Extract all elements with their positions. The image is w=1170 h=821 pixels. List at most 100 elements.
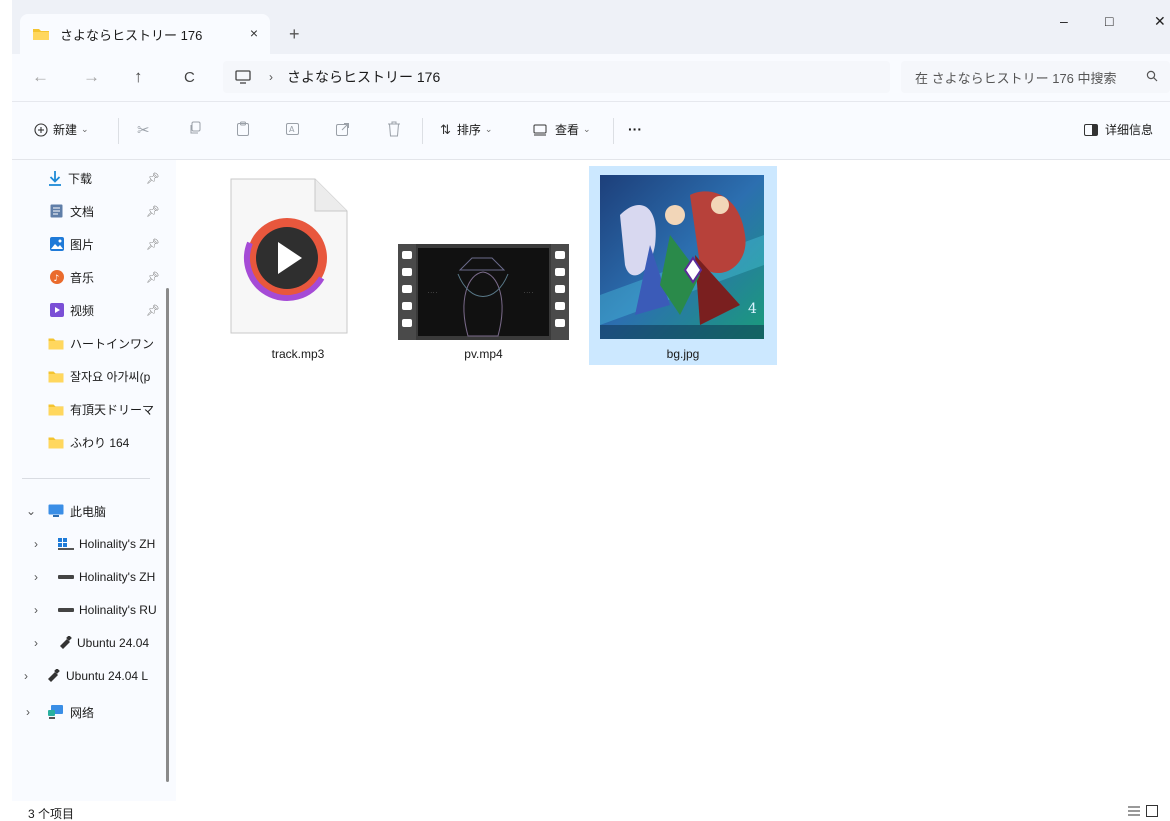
sidebar-item-label: 网络 [70, 705, 95, 720]
usb-icon [48, 669, 60, 682]
svg-text:· · · ·: · · · · [524, 290, 533, 295]
paste-icon[interactable] [236, 121, 250, 137]
sidebar-item-label: 有頂天ドリーマ [70, 402, 155, 417]
view-icon [533, 124, 547, 135]
details-view-icon[interactable] [1128, 806, 1140, 817]
search-box[interactable]: 在 さよならヒストリー 176 中搜索 [901, 61, 1170, 93]
sidebar-item-label: 图片 [70, 237, 95, 252]
network-icon [48, 705, 63, 719]
chevron-down-icon: ⌄ [484, 124, 493, 134]
chevron-right-icon[interactable]: › [34, 603, 38, 617]
drive-icon [58, 608, 74, 612]
details-icon [1084, 123, 1098, 136]
sidebar-item-folder[interactable]: 有頂天ドリーマ [12, 394, 176, 424]
sidebar-item-folder[interactable]: ハートインワン [12, 328, 176, 358]
refresh-button[interactable]: C [184, 69, 195, 86]
sidebar-item-videos[interactable]: 视频 📌︎ [12, 295, 176, 325]
sort-label: 排序 [456, 123, 481, 137]
sidebar-item-label: ハートインワン [70, 336, 155, 351]
file-name: pv.mp4 [464, 347, 503, 361]
chevron-down-icon: ⌄ [583, 124, 591, 134]
address-bar[interactable]: › さよならヒストリー 176 [223, 61, 890, 93]
document-icon [50, 204, 63, 218]
add-icon [34, 122, 48, 137]
tab-current-folder[interactable]: さよならヒストリー 176 × [20, 14, 270, 54]
chevron-right-icon[interactable]: › [34, 636, 38, 650]
tab-close-button[interactable]: × [250, 25, 258, 41]
sidebar-item-label: Holinality's ZH [79, 570, 156, 584]
sidebar-item-drive[interactable]: › Holinality's ZH [12, 529, 176, 559]
sidebar-item-label: 下载 [68, 171, 93, 186]
sidebar-item-documents[interactable]: 文档 📌︎ [12, 196, 176, 226]
file-item-image-selected[interactable]: 4 bg.jpg [589, 166, 777, 365]
share-icon[interactable] [335, 121, 351, 137]
video-icon [50, 303, 64, 317]
sidebar-scrollbar[interactable] [166, 288, 169, 782]
rename-icon[interactable]: A [285, 121, 301, 137]
sidebar-item-this-pc[interactable]: ⌄ 此电脑 [12, 496, 176, 526]
sidebar-item-label: ふわり 164 [70, 435, 130, 450]
sidebar-item-label: 文档 [70, 204, 95, 219]
large-icons-view-icon[interactable] [1146, 805, 1158, 817]
sidebar-item-music[interactable]: ♪ 音乐 📌︎ [12, 262, 176, 292]
sidebar-item-drive[interactable]: › Holinality's RU [12, 595, 176, 625]
more-options-button[interactable]: ··· [628, 121, 642, 137]
copy-icon[interactable] [188, 121, 202, 135]
maximize-button[interactable]: □ [1105, 13, 1113, 29]
file-name: track.mp3 [271, 347, 325, 361]
new-button[interactable]: 新建 ⌄ [34, 121, 89, 138]
minimize-button[interactable]: – [1060, 13, 1068, 29]
svg-text:A: A [289, 125, 295, 134]
sidebar-item-pictures[interactable]: 图片 📌︎ [12, 229, 176, 259]
folder-icon [48, 404, 64, 415]
status-bar: 3 个项目 [12, 801, 1170, 821]
file-item-video[interactable]: · · · · · · · · pv.mp4 [398, 244, 569, 366]
navigation-pane: 下载 📌︎ 文档 📌︎ 图片 📌︎ ♪ 音乐 📌︎ 视频 📌︎ ハートインワン … [12, 160, 176, 801]
chevron-right-icon[interactable]: › [34, 537, 38, 551]
svg-text:♪: ♪ [54, 274, 60, 284]
close-window-button[interactable]: ✕ [1154, 13, 1166, 30]
view-button[interactable]: 查看 ⌄ [533, 121, 591, 138]
toolbar-divider [118, 118, 119, 144]
breadcrumb-separator: › [269, 70, 273, 84]
chevron-right-icon[interactable]: › [34, 570, 38, 584]
forward-button[interactable]: → [83, 67, 100, 87]
back-button[interactable]: ← [32, 67, 49, 87]
folder-icon [48, 338, 64, 349]
up-button[interactable]: ↑ [134, 67, 143, 87]
sidebar-item-ubuntu[interactable]: › Ubuntu 24.04 L [12, 661, 176, 691]
pictures-icon [50, 237, 64, 251]
details-pane-button[interactable]: 详细信息 [1084, 121, 1153, 138]
breadcrumb-current[interactable]: さよならヒストリー 176 [287, 67, 440, 87]
sidebar-item-network[interactable]: › 网络 [12, 697, 176, 727]
svg-text:4: 4 [748, 301, 757, 317]
sidebar-item-downloads[interactable]: 下载 📌︎ [12, 163, 176, 193]
view-label: 查看 [555, 123, 580, 137]
pin-icon: 📌︎ [146, 172, 160, 185]
sidebar-item-folder[interactable]: 잘자요 아가씨(p [12, 361, 176, 391]
sidebar-item-drive[interactable]: › Ubuntu 24.04 [12, 628, 176, 658]
sidebar-item-label: 此电脑 [70, 504, 107, 519]
sort-button[interactable]: ⇅ 排序 ⌄ [440, 121, 492, 138]
search-placeholder: 在 さよならヒストリー 176 中搜索 [915, 70, 1117, 86]
sidebar-item-label: 视频 [70, 303, 95, 318]
chevron-right-icon[interactable]: › [26, 705, 30, 719]
chevron-right-icon[interactable]: › [24, 669, 28, 683]
sidebar-item-label: Holinality's ZH [79, 537, 156, 551]
chevron-down-icon[interactable]: ⌄ [26, 504, 36, 518]
file-name: bg.jpg [666, 347, 700, 361]
pin-icon: 📌︎ [146, 304, 160, 317]
new-tab-button[interactable]: + [289, 24, 300, 45]
file-list-area: track.mp3 · · · · · · · · pv.mp4 4 bg.jp… [176, 160, 1170, 801]
cut-icon[interactable]: ✂ [137, 121, 150, 139]
folder-icon [33, 29, 49, 40]
file-item-audio[interactable]: track.mp3 [218, 176, 378, 366]
navigation-bar: ← → ↑ C › さよならヒストリー 176 在 さよならヒストリー 176 … [0, 54, 1170, 102]
toolbar-divider [613, 118, 614, 144]
delete-icon[interactable] [387, 121, 401, 137]
sidebar-item-folder[interactable]: ふわり 164 [12, 427, 176, 457]
sidebar-divider [22, 478, 150, 479]
pin-icon: 📌︎ [146, 271, 160, 284]
sidebar-item-drive[interactable]: › Holinality's ZH [12, 562, 176, 592]
sidebar-item-label: 音乐 [70, 270, 95, 285]
